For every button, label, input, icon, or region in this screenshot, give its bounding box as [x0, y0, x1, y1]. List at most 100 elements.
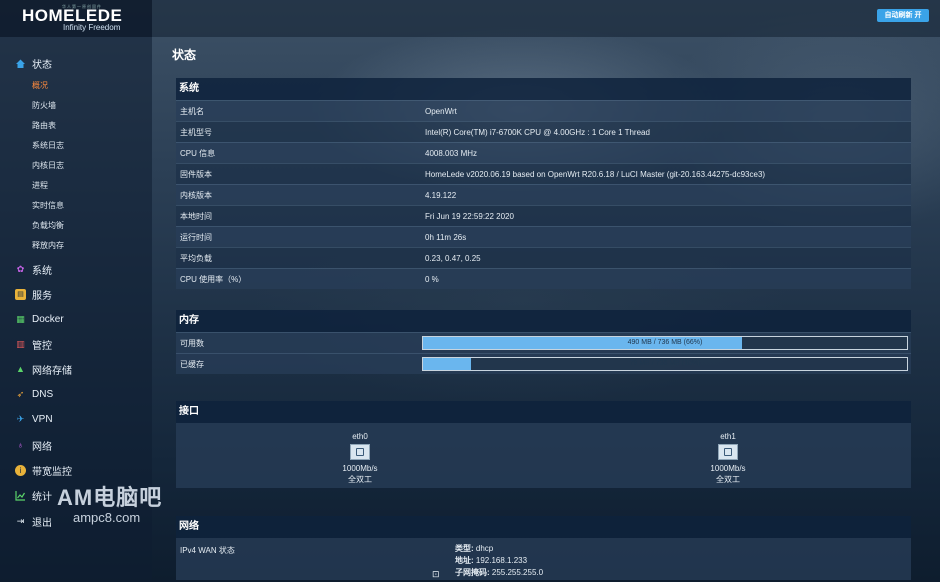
interfaces-heading: 接口 [176, 401, 911, 423]
interface-eth1[interactable]: eth1 1000Mb/s 全双工 [688, 431, 768, 485]
sidebar-item-label: 带宽监控 [32, 466, 72, 478]
sidebar-item-label: 状态 [32, 59, 52, 71]
wan-status-label: IPv4 WAN 状态 [180, 546, 235, 555]
network-port-icon: ⊡ [432, 569, 440, 579]
system-panel: 系统 主机名 OpenWrt 主机型号 Intel(R) Core(TM) i7-6… [176, 78, 911, 289]
interface-speed: 1000Mb/s [710, 464, 746, 473]
wan-details: 类型: dhcp 地址: 192.168.1.233 子网掩码: 255.255… [455, 543, 543, 579]
logo[interactable]: 华人第一原创固件 HOMELEDE Infinity Freedom [0, 0, 152, 37]
table-row: 主机名 OpenWrt [176, 100, 911, 121]
sidebar-sub-load-balance[interactable]: 负载均衡 [32, 220, 64, 231]
services-icon: ▤ [15, 288, 26, 300]
interface-speed: 1000Mb/s [342, 464, 378, 473]
ethernet-port-icon [718, 444, 738, 460]
row-value: 4.19.122 [425, 190, 457, 200]
row-value: 0h 11m 26s [425, 232, 467, 242]
sidebar-sub-overview[interactable]: 概况 [32, 80, 48, 91]
sidebar-item-label: 系统 [32, 265, 52, 277]
row-key: 内核版本 [180, 190, 212, 200]
wan-mask-label: 子网掩码: [455, 568, 490, 577]
ethernet-port-icon [350, 444, 370, 460]
row-key: 可用数 [180, 338, 204, 348]
table-row: CPU 信息 4008.003 MHz [176, 142, 911, 163]
docker-icon: ▦ [16, 313, 25, 324]
sidebar-item-services[interactable]: ▤ 服务 [15, 287, 52, 302]
row-key: 主机型号 [180, 127, 212, 137]
table-row: 主机型号 Intel(R) Core(TM) i7-6700K CPU @ 4.0… [176, 121, 911, 142]
memory-heading: 内存 [176, 310, 911, 332]
sidebar-item-label: VPN [32, 413, 53, 425]
sidebar-item-system[interactable]: ✿ 系统 [15, 262, 52, 277]
memory-bar-text: 490 MB / 736 MB (66%) [627, 339, 703, 346]
table-row: 运行时间 0h 11m 26s [176, 226, 911, 247]
row-key: 固件版本 [180, 169, 212, 179]
table-row: 固件版本 HomeLede v2020.06.19 based on OpenWr… [176, 163, 911, 184]
sidebar-item-label: DNS [32, 388, 54, 400]
wan-type-label: 类型: [455, 544, 474, 553]
storage-icon: ▲ [16, 364, 25, 374]
sidebar-item-docker[interactable]: ▦ Docker [15, 312, 64, 326]
memory-bar-available: 490 MB / 736 MB (66%) [422, 336, 908, 350]
sidebar-item-logout[interactable]: ⇥ 退出 [15, 514, 52, 529]
rocket-icon: ➶ [16, 388, 25, 399]
sidebar-item-control[interactable]: ▥ 管控 [15, 337, 52, 352]
sidebar-sub-realtime[interactable]: 实时信息 [32, 200, 64, 211]
logout-icon: ⇥ [16, 515, 25, 526]
sidebar-sub-processes[interactable]: 进程 [32, 180, 48, 191]
sidebar-sub-firewall[interactable]: 防火墙 [32, 100, 56, 111]
sidebar-item-label: 网络 [32, 441, 52, 453]
memory-bar-text: 79 MB / 736 MB (10%) [629, 360, 701, 367]
row-key: 运行时间 [180, 232, 212, 242]
table-row: 内核版本 4.19.122 [176, 184, 911, 205]
sidebar-sub-free-memory[interactable]: 释放内存 [32, 240, 64, 251]
sidebar-item-label: Docker [32, 313, 64, 325]
wan-address-label: 地址: [455, 556, 474, 565]
row-key: 主机名 [180, 106, 204, 116]
row-value: 4008.003 MHz [425, 148, 478, 158]
table-row: 本地时间 Fri Jun 19 22:59:22 2020 [176, 205, 911, 226]
network-panel: 网络 IPv4 WAN 状态 ⊡ 类型: dhcp 地址: 192.168.1.… [176, 516, 911, 580]
sidebar-item-vpn[interactable]: ✈ VPN [15, 412, 53, 426]
sidebar-item-label: 退出 [32, 517, 52, 529]
sidebar-sub-syslog[interactable]: 系统日志 [32, 140, 64, 151]
watermark: AM电脑吧 ampc8.com [57, 480, 162, 525]
control-icon: ▥ [16, 338, 25, 349]
sidebar-item-dns[interactable]: ➶ DNS [15, 387, 53, 401]
sidebar-item-status[interactable]: 状态 [15, 56, 52, 71]
interface-duplex: 全双工 [348, 475, 372, 484]
top-bar: 华人第一原创固件 HOMELEDE Infinity Freedom 自动刷新 … [0, 0, 940, 37]
interface-name: eth0 [352, 432, 368, 441]
sidebar-item-nas[interactable]: ▲ 网络存储 [15, 362, 72, 377]
wan-type-value: dhcp [475, 544, 494, 553]
interfaces-box: eth0 1000Mb/s 全双工 eth1 1000Mb/s 全双工 [176, 423, 911, 488]
wan-mask-value: 255.255.255.0 [491, 568, 544, 577]
chart-icon [15, 490, 26, 501]
sidebar-item-stats[interactable]: 统计 [15, 488, 52, 503]
row-key: 平均负载 [180, 253, 212, 263]
row-value: HomeLede v2020.06.19 based on OpenWrt R2… [425, 169, 766, 179]
auto-refresh-button[interactable]: 自动刷新 开 [877, 9, 929, 22]
gear-icon: ✿ [16, 263, 25, 274]
plane-icon: ✈ [16, 413, 25, 424]
home-icon [15, 58, 26, 69]
sidebar-item-label: 统计 [32, 491, 52, 503]
row-value: Fri Jun 19 22:59:22 2020 [425, 211, 514, 221]
row-value: 0 % [425, 274, 439, 284]
row-value: OpenWrt [425, 106, 457, 116]
sidebar-item-label: 网络存储 [32, 365, 72, 377]
row-key: 本地时间 [180, 211, 212, 221]
watermark-url: ampc8.com [73, 510, 141, 525]
network-heading: 网络 [176, 516, 911, 538]
sidebar-item-bandwidth[interactable]: i 带宽监控 [15, 463, 72, 478]
sidebar-sub-kernel-log[interactable]: 内核日志 [32, 160, 64, 171]
sidebar-sub-routes[interactable]: 路由表 [32, 120, 56, 131]
wan-status-box: IPv4 WAN 状态 ⊡ 类型: dhcp 地址: 192.168.1.233… [176, 538, 911, 580]
network-icon: ♁ [17, 440, 24, 450]
row-key: CPU 使用率（%） [180, 274, 247, 284]
row-key: CPU 信息 [180, 148, 216, 158]
system-table: 主机名 OpenWrt 主机型号 Intel(R) Core(TM) i7-6700… [176, 100, 911, 289]
row-value: Intel(R) Core(TM) i7-6700K CPU @ 4.00GHz… [425, 127, 650, 137]
sidebar-item-network[interactable]: ♁ 网络 [15, 438, 52, 453]
interface-eth0[interactable]: eth0 1000Mb/s 全双工 [320, 431, 400, 485]
interfaces-panel: 接口 eth0 1000Mb/s 全双工 eth1 1000Mb/s 全双工 [176, 401, 911, 488]
